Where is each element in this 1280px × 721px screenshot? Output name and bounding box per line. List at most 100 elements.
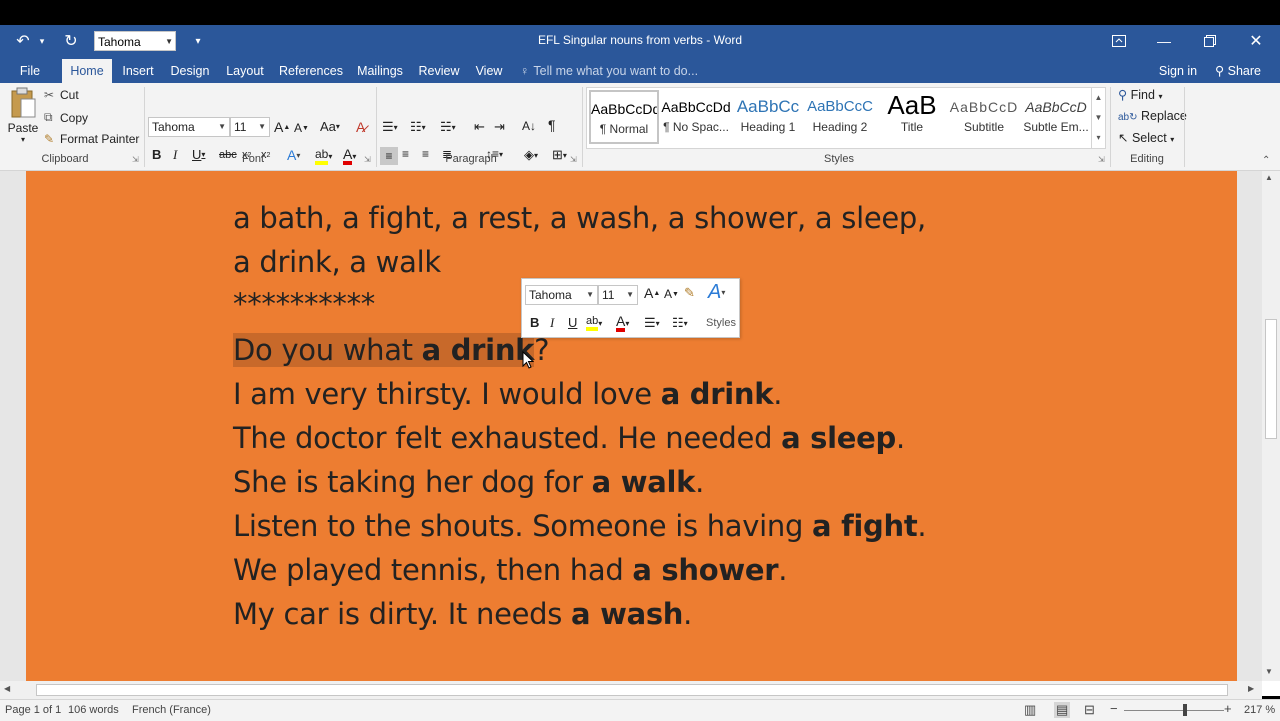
mini-size-combo[interactable]: 11 ▼: [598, 285, 638, 305]
mini-styles-label[interactable]: Styles: [706, 317, 736, 329]
mini-font-combo[interactable]: Tahoma ▼: [525, 285, 598, 305]
language-indicator[interactable]: French (France): [132, 704, 211, 716]
bold-icon[interactable]: B: [530, 315, 539, 330]
find-button[interactable]: ⚲ Find ▾: [1118, 87, 1162, 102]
shading-icon[interactable]: ◈ ▾: [524, 147, 538, 163]
style-subtle-emphasis[interactable]: AaBbCcD Subtle Em...: [1021, 90, 1091, 144]
gallery-scroll[interactable]: ▲ ▼ ▾: [1091, 88, 1105, 148]
scroll-left-icon[interactable]: ◀: [4, 684, 10, 693]
styles-icon[interactable]: A ▾: [708, 281, 725, 304]
scroll-up-icon[interactable]: ▲: [1265, 173, 1273, 182]
restore-button[interactable]: [1187, 25, 1233, 57]
dialog-launcher-icon[interactable]: ⇲: [1098, 155, 1105, 164]
select-button[interactable]: ↖ Select ▾: [1118, 130, 1174, 145]
divider: [376, 87, 377, 167]
dialog-launcher-icon[interactable]: ⇲: [570, 155, 577, 164]
zoom-slider[interactable]: [1124, 710, 1224, 711]
ribbon-display-icon[interactable]: [1096, 25, 1142, 57]
document-area[interactable]: a bath, a fight, a rest, a wash, a showe…: [0, 171, 1280, 681]
paste-button[interactable]: Paste ▾: [6, 87, 40, 149]
bullets-icon[interactable]: ☰ ▾: [644, 315, 660, 331]
person-icon: ⚲: [1215, 64, 1225, 78]
word-count[interactable]: 106 words: [68, 704, 119, 716]
tab-insert[interactable]: Insert: [117, 59, 159, 83]
tab-home[interactable]: Home: [62, 59, 112, 83]
grow-font-icon[interactable]: A ▲: [274, 119, 290, 135]
underline-icon[interactable]: U: [568, 315, 577, 330]
italic-icon[interactable]: I: [173, 147, 177, 163]
style-heading-2[interactable]: AaBbCcC Heading 2: [805, 90, 875, 144]
font-color-icon[interactable]: A ▾: [616, 314, 629, 332]
style-title[interactable]: AaB Title: [877, 90, 947, 144]
sign-in-link[interactable]: Sign in: [1154, 59, 1202, 83]
paintbrush-icon[interactable]: ✎: [684, 285, 695, 301]
italic-icon[interactable]: I: [550, 315, 554, 331]
print-layout-icon[interactable]: ▤: [1054, 702, 1071, 718]
font-color-icon[interactable]: A ▾: [343, 147, 356, 165]
shrink-font-icon[interactable]: A ▼: [294, 121, 309, 135]
zoom-out-icon[interactable]: −: [1110, 701, 1118, 716]
separator-line: **********: [233, 287, 376, 321]
tab-file[interactable]: File: [10, 59, 50, 83]
web-layout-icon[interactable]: ⊟: [1084, 702, 1095, 718]
bullets-icon[interactable]: ☰ ▾: [382, 119, 398, 135]
tab-mailings[interactable]: Mailings: [352, 59, 408, 83]
zoom-slider-thumb[interactable]: [1183, 704, 1187, 716]
shrink-font-icon[interactable]: A ▼: [664, 287, 679, 301]
tab-review[interactable]: Review: [416, 59, 462, 83]
multilevel-list-icon[interactable]: ☵ ▾: [440, 119, 456, 135]
paintbrush-icon: ✎: [44, 132, 55, 146]
style-name: Heading 2: [812, 120, 868, 134]
read-mode-icon[interactable]: ▥: [1024, 702, 1036, 718]
horizontal-scrollbar[interactable]: ◀ ▶: [0, 681, 1262, 699]
minimize-button[interactable]: —: [1141, 25, 1187, 57]
zoom-in-icon[interactable]: +: [1224, 701, 1232, 716]
style-heading-1[interactable]: AaBbCc Heading 1: [733, 90, 803, 144]
scroll-down-icon[interactable]: ▼: [1265, 667, 1273, 676]
word-list-line-1: a bath, a fight, a rest, a wash, a showe…: [233, 201, 926, 235]
font-size-combo[interactable]: 11 ▼: [230, 117, 270, 137]
scroll-right-icon[interactable]: ▶: [1248, 684, 1254, 693]
bold-icon[interactable]: B: [152, 147, 161, 162]
vertical-scrollbar[interactable]: ▲ ▼: [1262, 171, 1280, 681]
change-case-icon[interactable]: Aa ▾: [320, 119, 340, 134]
format-painter-button[interactable]: ✎ Format Painter: [44, 132, 139, 146]
style-normal[interactable]: AaBbCcDd ¶ Normal: [589, 90, 659, 144]
numbering-icon[interactable]: ☷ ▾: [672, 315, 688, 331]
close-button[interactable]: ✕: [1233, 25, 1279, 57]
tell-me-box[interactable]: ♀ Tell me what you want to do...: [520, 59, 698, 83]
dialog-launcher-icon[interactable]: ⇲: [132, 155, 139, 164]
document-page[interactable]: a bath, a fight, a rest, a wash, a showe…: [26, 171, 1237, 681]
dialog-launcher-icon[interactable]: ⇲: [364, 155, 371, 164]
sort-icon[interactable]: A↓: [522, 119, 536, 133]
style-no-spacing[interactable]: AaBbCcDd ¶ No Spac...: [661, 90, 731, 144]
replace-button[interactable]: ab↻ Replace: [1118, 109, 1187, 123]
numbering-icon[interactable]: ☷ ▾: [410, 119, 426, 135]
borders-icon[interactable]: ⊞ ▾: [552, 147, 567, 163]
tab-layout[interactable]: Layout: [222, 59, 268, 83]
grow-font-icon[interactable]: A ▲: [644, 285, 660, 301]
decrease-indent-icon[interactable]: ⇤: [474, 119, 485, 135]
tab-references[interactable]: References: [278, 59, 344, 83]
align-center-icon[interactable]: ≡: [402, 147, 409, 161]
scroll-thumb[interactable]: [36, 684, 1228, 696]
cut-button[interactable]: ✂ Cut: [44, 88, 79, 102]
copy-button[interactable]: ⧉ Copy: [44, 110, 88, 125]
style-preview: AaBbCc: [736, 97, 800, 116]
font-name-combo[interactable]: Tahoma ▼: [148, 117, 230, 137]
highlight-icon[interactable]: ab ▾: [315, 147, 332, 165]
align-left-icon[interactable]: ≡: [380, 147, 398, 165]
collapse-ribbon-icon[interactable]: ⌃: [1262, 155, 1270, 166]
scroll-thumb[interactable]: [1265, 319, 1277, 439]
increase-indent-icon[interactable]: ⇥: [494, 119, 505, 135]
style-subtitle[interactable]: AaBbCcD Subtitle: [949, 90, 1019, 144]
tab-view[interactable]: View: [470, 59, 508, 83]
show-formatting-icon[interactable]: ¶: [548, 117, 556, 133]
page-count[interactable]: Page 1 of 1: [5, 704, 61, 716]
clear-formatting-icon[interactable]: A̷: [356, 119, 365, 135]
highlight-icon[interactable]: ab ▾: [586, 315, 602, 331]
tab-design[interactable]: Design: [166, 59, 214, 83]
underline-icon[interactable]: U ▾: [192, 147, 205, 162]
zoom-level[interactable]: 217 %: [1244, 704, 1275, 716]
share-button[interactable]: ⚲ Share: [1208, 59, 1268, 83]
